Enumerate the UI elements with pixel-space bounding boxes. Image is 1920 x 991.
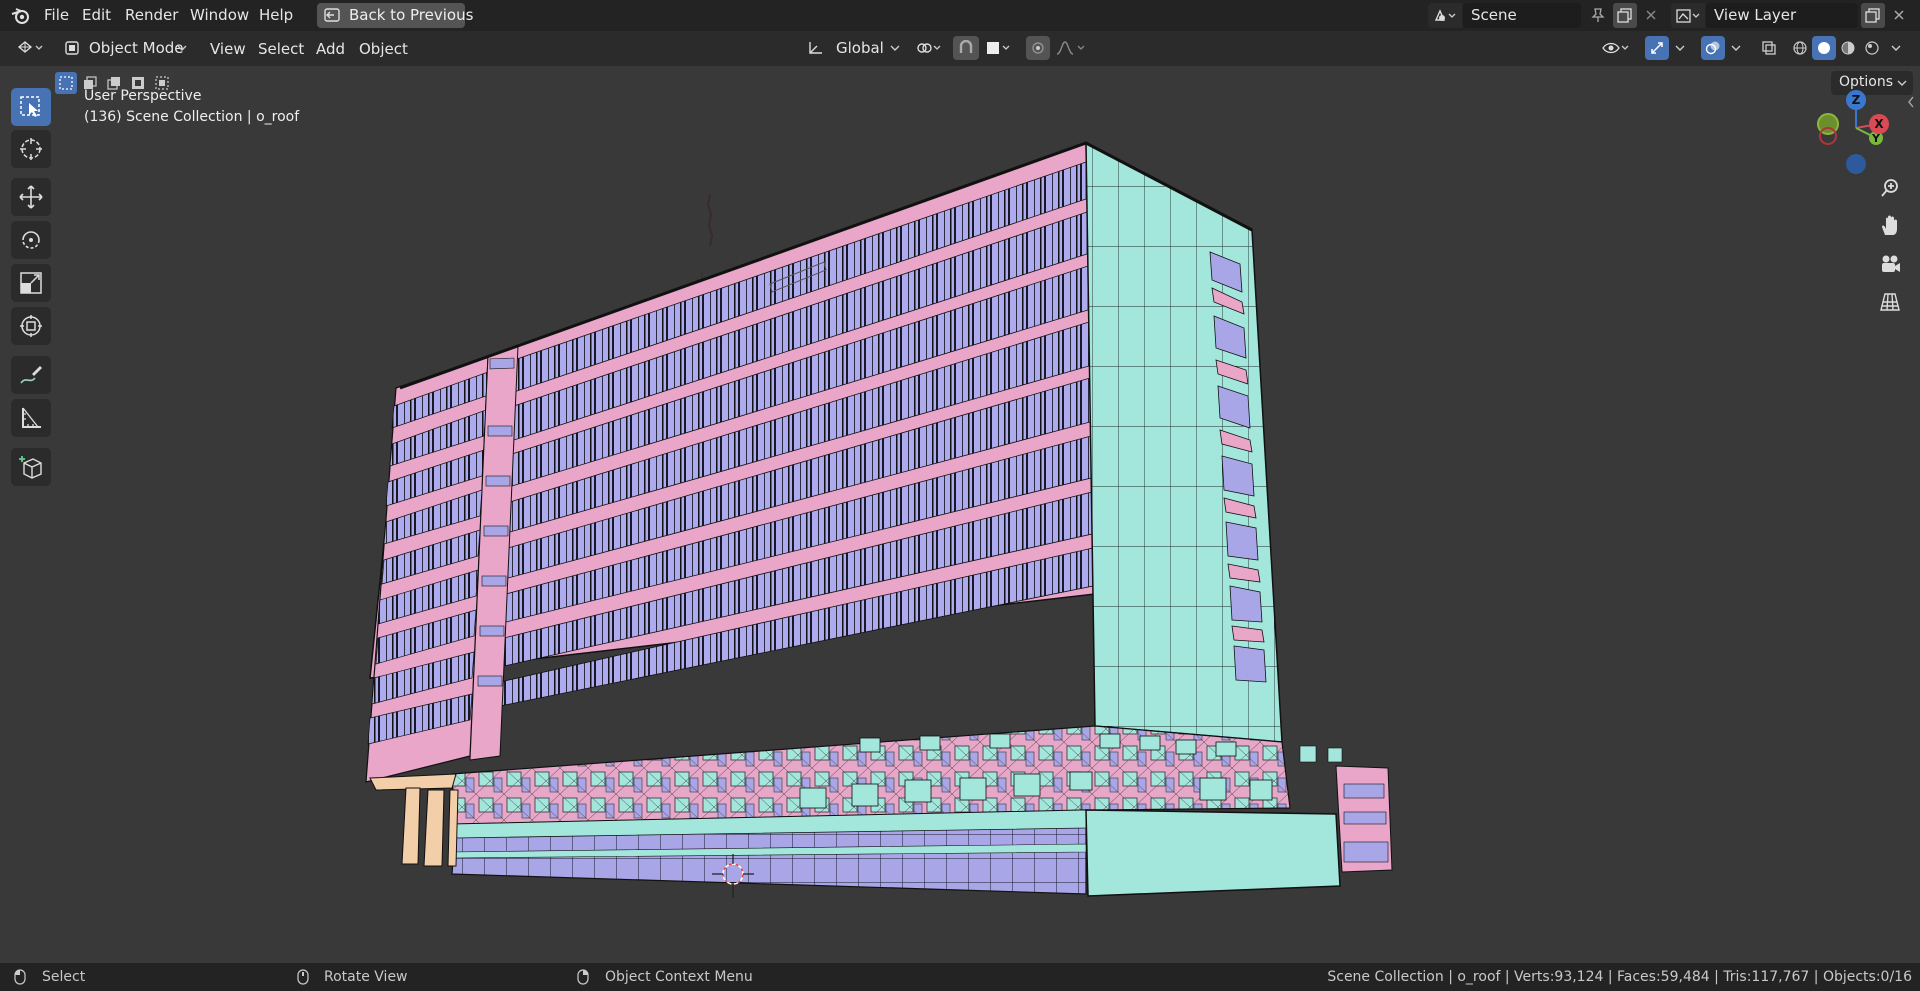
mouse-middle-icon [295, 968, 311, 986]
scene-statistics: Scene Collection | o_roof | Verts:93,124… [1327, 969, 1912, 985]
menu-help[interactable]: Help [259, 6, 293, 24]
solid-shading-icon[interactable] [1812, 36, 1836, 60]
menu-add[interactable]: Add [316, 40, 345, 58]
new-view-layer-icon[interactable] [1861, 3, 1885, 28]
status-select: Select [42, 969, 86, 985]
pin-icon[interactable] [1587, 4, 1609, 26]
wireframe-shading-icon[interactable] [1788, 36, 1812, 60]
shading-dropdown-icon[interactable] [1886, 36, 1906, 60]
menu-object[interactable]: Object [359, 40, 408, 58]
view-layer-icon[interactable] [1671, 3, 1705, 28]
view-layer-field[interactable]: View Layer [1706, 3, 1858, 28]
chevron-down-icon [175, 41, 189, 55]
status-bar: Select Rotate View Object Context Menu S… [0, 963, 1920, 991]
viewport-header: Object Mode View Select Add Object Globa… [0, 31, 1920, 66]
new-scene-icon[interactable] [1613, 3, 1637, 28]
back-to-previous-button[interactable]: Back to Previous [317, 3, 473, 28]
chevron-down-icon [888, 41, 902, 55]
pivot-point-icon[interactable] [912, 36, 948, 60]
overlays-toggle-icon[interactable] [1701, 36, 1725, 60]
transform-orientation-selector[interactable]: Global [804, 35, 904, 61]
overlays-dropdown-icon[interactable] [1726, 36, 1746, 60]
xray-toggle-icon[interactable] [1757, 36, 1781, 60]
menu-select[interactable]: Select [258, 40, 304, 58]
back-button-label: Back to Previous [349, 6, 474, 24]
editor-type-icon[interactable] [12, 36, 50, 60]
building-model[interactable] [0, 66, 1920, 963]
scene-name: Scene [1471, 6, 1517, 24]
menu-render[interactable]: Render [125, 6, 178, 24]
snap-target-icon[interactable] [981, 36, 1017, 60]
menu-window[interactable]: Window [190, 6, 249, 24]
scene-name-field[interactable]: Scene [1463, 3, 1581, 28]
falloff-icon[interactable] [1052, 36, 1092, 60]
status-context-menu: Object Context Menu [605, 969, 753, 985]
material-shading-icon[interactable] [1836, 36, 1860, 60]
menu-edit[interactable]: Edit [82, 6, 111, 24]
orientation-label: Global [836, 39, 884, 57]
orientation-icon [806, 39, 826, 57]
3d-viewport[interactable]: Options User Perspective (136) Scene Col… [0, 66, 1920, 963]
view-layer-name: View Layer [1714, 6, 1797, 24]
mode-selector[interactable]: Object Mode [59, 35, 193, 61]
blender-logo-icon[interactable] [8, 4, 34, 28]
status-rotate: Rotate View [324, 969, 408, 985]
mode-label: Object Mode [89, 39, 184, 57]
proportional-editing-icon[interactable] [1026, 36, 1050, 60]
object-mode-icon [63, 39, 81, 57]
snap-toggle-icon[interactable] [953, 36, 979, 60]
menu-view[interactable]: View [210, 40, 246, 58]
mouse-left-icon [12, 968, 28, 986]
delete-scene-icon[interactable] [1640, 4, 1662, 26]
mouse-right-icon [575, 968, 591, 986]
menu-file[interactable]: File [44, 6, 69, 24]
scene-icon[interactable] [1428, 3, 1462, 28]
gizmo-dropdown-icon[interactable] [1670, 36, 1690, 60]
back-icon [323, 6, 341, 24]
visibility-icon[interactable] [1598, 36, 1634, 60]
rendered-shading-icon[interactable] [1860, 36, 1884, 60]
top-bar: File Edit Render Window Help Back to Pre… [0, 0, 1920, 31]
delete-view-layer-icon[interactable] [1888, 4, 1910, 26]
gizmo-toggle-icon[interactable] [1645, 36, 1669, 60]
